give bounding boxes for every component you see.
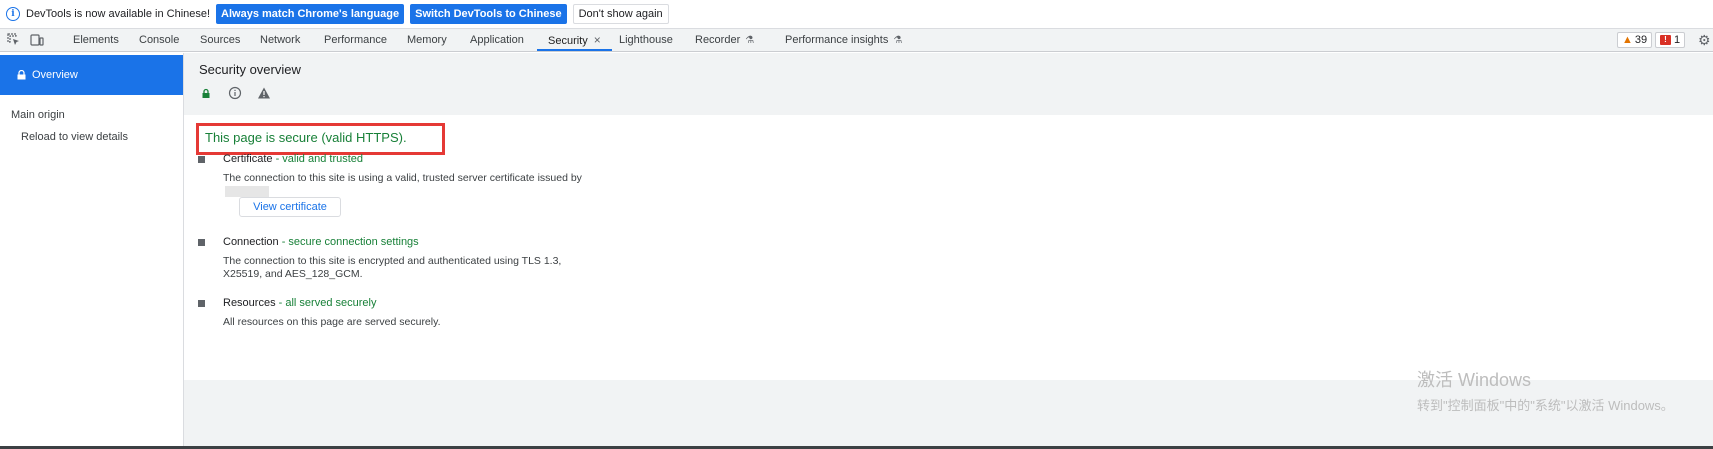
tab-security-label: Security [548, 35, 588, 47]
watermark-subtitle: 转到"控制面板"中的"系统"以激活 Windows。 [1417, 398, 1674, 413]
tab-sources[interactable]: Sources [200, 29, 240, 51]
watermark-title: 激活 Windows [1417, 370, 1532, 390]
certificate-title: Certificate - valid and trusted [223, 153, 363, 165]
info-icon: i [6, 7, 20, 21]
certificate-status: - valid and trusted [272, 153, 364, 165]
dont-show-again-button[interactable]: Don't show again [572, 4, 669, 24]
redacted-issuer [225, 185, 269, 197]
resources-label: Resources [223, 297, 276, 309]
warnings-counter[interactable]: ▲ 39 [1617, 32, 1653, 48]
tab-elements[interactable]: Elements [73, 29, 119, 51]
warnings-count: 39 [1634, 34, 1648, 46]
tab-recorder-label: Recorder [695, 34, 741, 46]
sidebar-section-main-origin: Main origin [11, 109, 65, 121]
info-icon [228, 86, 242, 100]
tab-security[interactable]: Security × [537, 29, 612, 51]
connection-section: Connection - secure connection settings … [198, 236, 798, 280]
close-icon[interactable]: × [594, 33, 601, 47]
tab-network[interactable]: Network [260, 29, 300, 51]
windows-activation-watermark: 激活 Windows 转到"控制面板"中的"系统"以激活 Windows。 [1417, 366, 1674, 414]
settings-gear-icon[interactable]: ⚙ [1698, 32, 1711, 49]
warning-icon: ▲ [1622, 34, 1633, 46]
connection-label: Connection [223, 236, 279, 248]
language-infobar: i DevTools is now available in Chinese! … [0, 0, 1713, 29]
security-sidebar: Overview Main origin Reload to view deta… [0, 53, 184, 449]
tab-lighthouse[interactable]: Lighthouse [619, 29, 673, 51]
tab-memory[interactable]: Memory [407, 29, 447, 51]
tab-performance-insights-label: Performance insights [785, 34, 889, 46]
error-icon: ! [1660, 35, 1671, 45]
resources-description: All resources on this page are served se… [223, 316, 441, 328]
tab-performance-insights[interactable]: Performance insights ⚗ [785, 29, 902, 51]
bullet-icon [198, 239, 205, 246]
certificate-label: Certificate [223, 153, 273, 165]
experiment-flask-icon: ⚗ [893, 35, 903, 46]
tab-console[interactable]: Console [139, 29, 179, 51]
security-summary: This page is secure (valid HTTPS). [205, 130, 407, 145]
sidebar-item-overview-label: Overview [32, 69, 78, 81]
overview-body: This page is secure (valid HTTPS). Certi… [184, 115, 1713, 380]
certificate-description-text: The connection to this site is using a v… [223, 172, 582, 184]
errors-count: 1 [1674, 34, 1681, 46]
secure-lock-icon [202, 88, 210, 98]
tab-performance[interactable]: Performance [324, 29, 387, 51]
inspect-element-icon[interactable] [7, 33, 21, 47]
experiment-flask-icon: ⚗ [745, 35, 755, 46]
devtools-tabbar: Elements Console Sources Network Perform… [0, 29, 1713, 52]
resources-status: - all served securely [275, 297, 377, 309]
switch-language-button[interactable]: Switch DevTools to Chinese [410, 4, 567, 24]
overview-header: Security overview [184, 53, 1713, 115]
connection-description: The connection to this site is encrypted… [223, 255, 562, 280]
match-language-button[interactable]: Always match Chrome's language [216, 4, 405, 24]
page-title: Security overview [199, 62, 301, 77]
resources-section: Resources - all served securely All reso… [198, 297, 798, 331]
connection-title: Connection - secure connection settings [223, 236, 419, 248]
infobar-message: DevTools is now available in Chinese! [26, 8, 211, 20]
certificate-section: Certificate - valid and trusted The conn… [198, 153, 798, 223]
errors-counter[interactable]: ! 1 [1655, 32, 1686, 48]
connection-status: - secure connection settings [278, 236, 419, 248]
tab-application[interactable]: Application [470, 29, 524, 51]
bullet-icon [198, 156, 205, 163]
resources-title: Resources - all served securely [223, 297, 376, 309]
sidebar-item-overview[interactable]: Overview [0, 55, 183, 95]
bullet-icon [198, 300, 205, 307]
view-certificate-button[interactable]: View certificate [239, 197, 341, 217]
lock-icon [17, 70, 26, 80]
certificate-description: The connection to this site is using a v… [223, 172, 593, 198]
tab-recorder[interactable]: Recorder ⚗ [695, 29, 754, 51]
warning-icon [258, 87, 270, 99]
device-toolbar-icon[interactable] [30, 33, 44, 47]
sidebar-item-reload: Reload to view details [21, 131, 129, 143]
